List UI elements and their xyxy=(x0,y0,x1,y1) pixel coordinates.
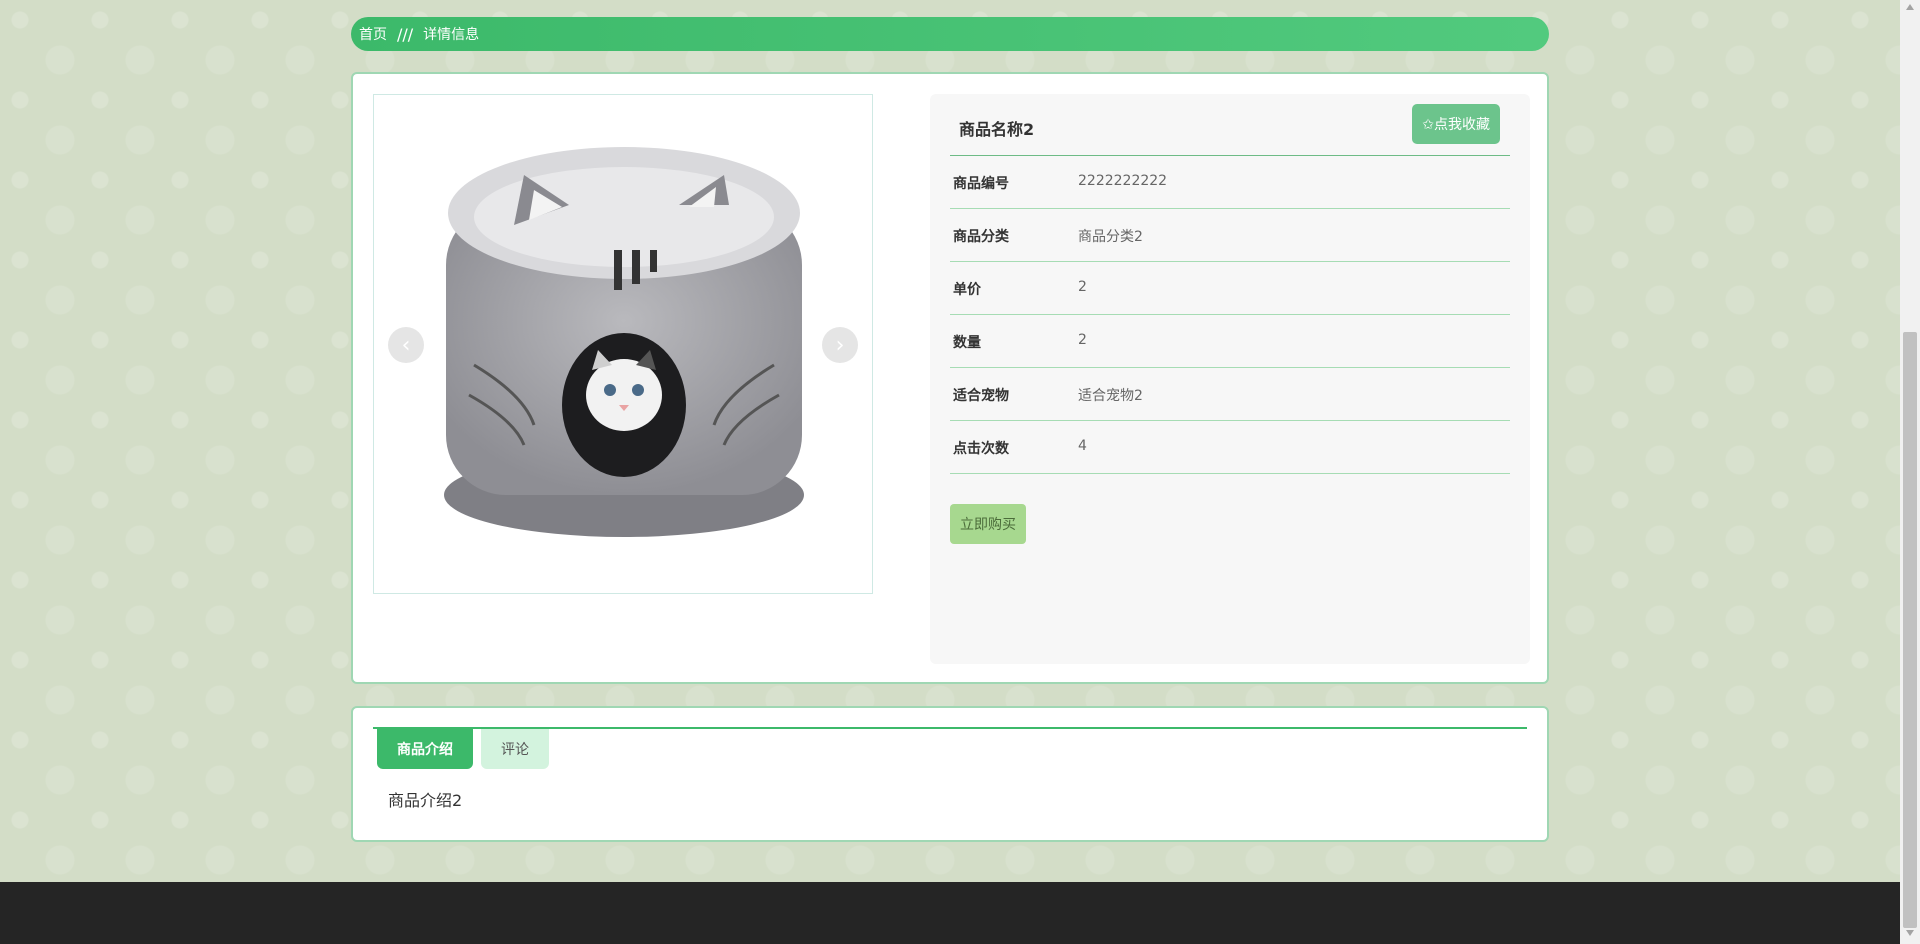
field-label: 商品编号 xyxy=(953,176,1009,192)
carousel-prev-button[interactable]: ‹ xyxy=(388,327,424,363)
scroll-up-icon[interactable] xyxy=(1906,4,1914,10)
field-value: 2 xyxy=(1078,279,1087,295)
vertical-scrollbar[interactable] xyxy=(1900,0,1920,944)
field-row-price: 单价 2 xyxy=(950,262,1510,315)
product-name: 商品名称2 xyxy=(959,120,1035,139)
breadcrumb-separator: /// xyxy=(397,24,414,44)
product-intro-text: 商品介绍2 xyxy=(388,791,463,810)
scrollbar-thumb[interactable] xyxy=(1903,332,1917,928)
field-label: 单价 xyxy=(953,282,981,298)
buy-now-button[interactable]: 立即购买 xyxy=(950,504,1026,544)
field-value: 2 xyxy=(1078,332,1087,348)
field-label: 点击次数 xyxy=(953,441,1009,457)
scroll-down-icon[interactable] xyxy=(1906,930,1914,936)
field-row-clicks: 点击次数 4 xyxy=(950,421,1510,474)
product-tabs-card: 商品介绍 评论 商品介绍2 xyxy=(351,706,1549,842)
tab-comments[interactable]: 评论 xyxy=(481,729,549,769)
field-value: 商品分类2 xyxy=(1078,229,1143,245)
product-info-panel: 商品名称2 ✩点我收藏 商品编号 2222222222 商品分类 商品分类2 单… xyxy=(930,94,1530,664)
field-row-category: 商品分类 商品分类2 xyxy=(950,209,1510,262)
product-image-carousel[interactable]: ‹ › xyxy=(373,94,873,594)
favorite-button[interactable]: ✩点我收藏 xyxy=(1412,104,1500,144)
product-info-header: 商品名称2 ✩点我收藏 xyxy=(950,94,1510,156)
product-detail-card: ‹ › 商品名称2 ✩点我收藏 商品编号 2222222222 商品分类 商品分… xyxy=(351,72,1549,684)
field-label: 商品分类 xyxy=(953,229,1009,245)
field-value: 适合宠物2 xyxy=(1078,388,1143,404)
field-label: 适合宠物 xyxy=(953,388,1009,404)
field-row-pet: 适合宠物 适合宠物2 xyxy=(950,368,1510,421)
breadcrumb-current: 详情信息 xyxy=(423,27,480,43)
field-row-quantity: 数量 2 xyxy=(950,315,1510,368)
field-row-code: 商品编号 2222222222 xyxy=(950,156,1510,209)
page-footer xyxy=(0,882,1900,944)
field-label: 数量 xyxy=(953,335,981,351)
product-image xyxy=(444,147,804,537)
field-value: 4 xyxy=(1078,438,1087,454)
tab-intro[interactable]: 商品介绍 xyxy=(377,729,473,769)
carousel-next-button[interactable]: › xyxy=(822,327,858,363)
breadcrumb: 首页 /// 详情信息 xyxy=(351,17,1549,51)
field-value: 2222222222 xyxy=(1078,173,1168,189)
breadcrumb-home-link[interactable]: 首页 xyxy=(359,24,387,44)
